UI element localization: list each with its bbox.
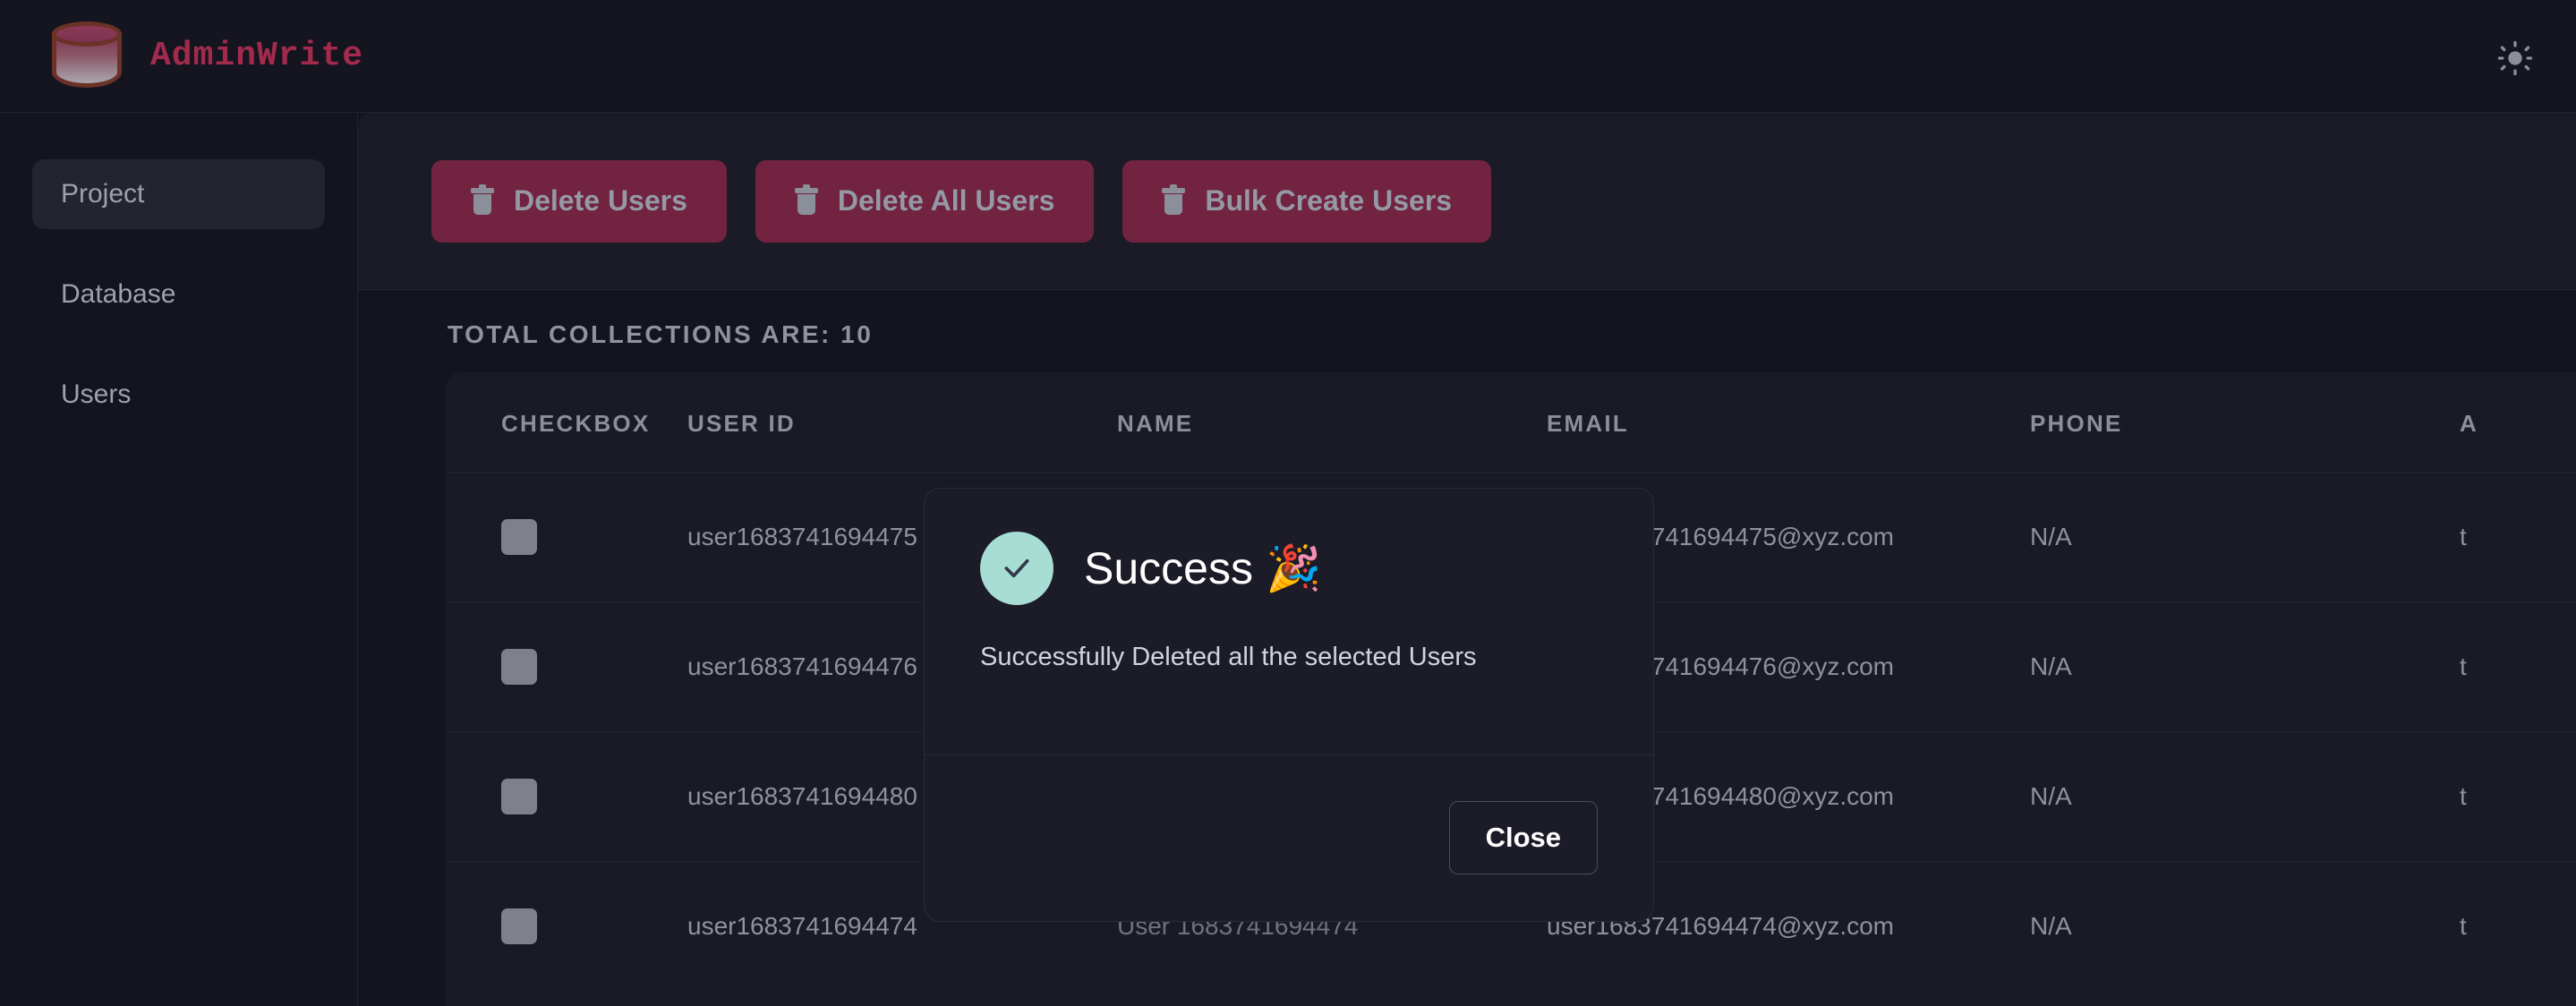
row-checkbox-cell [446,862,687,992]
row-checkbox[interactable] [501,779,537,814]
close-button[interactable]: Close [1449,801,1598,874]
cell-phone: N/A [2030,732,2460,862]
action-toolbar: Delete Users Delete All Users Bulk Creat… [358,113,2576,290]
column-header-name: NAME [1117,372,1547,473]
row-checkbox-cell [446,473,687,602]
row-checkbox[interactable] [501,649,537,685]
delete-all-users-button[interactable]: Delete All Users [755,160,1094,243]
success-dialog: Success 🎉 Successfully Deleted all the s… [924,488,1654,922]
cell-active: t [2460,862,2576,992]
trash-icon [1162,188,1185,215]
trash-icon [471,188,494,215]
sidebar: Project Database Users [0,113,358,1006]
bulk-create-users-button[interactable]: Bulk Create Users [1122,160,1491,243]
check-circle-icon [980,532,1053,605]
sidebar-item-label: Users [61,379,131,410]
sun-icon[interactable] [2497,40,2533,76]
row-checkbox[interactable] [501,519,537,555]
party-popper-icon: 🎉 [1266,542,1321,595]
sidebar-item-label: Project [61,179,144,209]
cell-active: t [2460,473,2576,602]
button-label: Delete All Users [838,184,1054,217]
row-checkbox-cell [446,732,687,862]
column-header-active: A [2460,372,2576,473]
row-checkbox-cell [446,602,687,732]
trash-icon [795,188,818,215]
dialog-footer: Close [925,754,1653,921]
sidebar-item-database[interactable]: Database [32,260,325,329]
row-checkbox[interactable] [501,908,537,944]
app-header: AdminWrite [0,0,2576,113]
column-header-email: EMAIL [1547,372,2030,473]
cell-active: t [2460,602,2576,732]
cell-active: t [2460,732,2576,862]
total-collections-label: TOTAL COLLECTIONS ARE: 10 [448,320,873,349]
sidebar-item-project[interactable]: Project [32,159,325,229]
delete-users-button[interactable]: Delete Users [431,160,727,243]
button-label: Delete Users [514,184,687,217]
button-label: Bulk Create Users [1205,184,1452,217]
dialog-header: Success 🎉 [925,489,1653,605]
brand-name: AdminWrite [150,37,363,75]
dialog-title-text: Success [1084,542,1253,594]
column-header-phone: PHONE [2030,372,2460,473]
column-header-user-id: USER ID [687,372,1117,473]
cell-phone: N/A [2030,862,2460,992]
table-header-row: CHECKBOX USER ID NAME EMAIL PHONE A [446,372,2576,473]
dialog-message: Successfully Deleted all the selected Us… [925,605,1653,672]
dialog-title: Success 🎉 [1084,542,1321,595]
table-header: CHECKBOX USER ID NAME EMAIL PHONE A [446,372,2576,473]
brand: AdminWrite [47,18,363,95]
cell-phone: N/A [2030,602,2460,732]
cell-phone: N/A [2030,473,2460,602]
sidebar-item-label: Database [61,279,175,310]
sidebar-item-users[interactable]: Users [32,360,325,430]
column-header-checkbox: CHECKBOX [446,372,687,473]
database-cylinder-icon [47,18,129,95]
